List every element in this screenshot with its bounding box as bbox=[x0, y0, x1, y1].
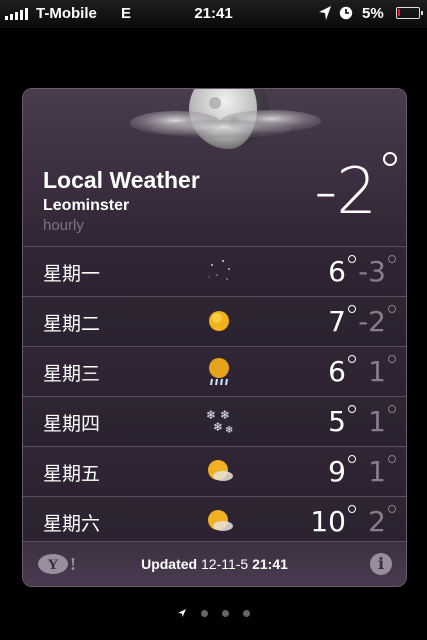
battery-fill bbox=[398, 9, 400, 16]
forecast-low: 2 bbox=[368, 505, 386, 538]
degree-symbol bbox=[348, 505, 356, 513]
current-temperature: -2 bbox=[314, 155, 377, 229]
page-dot bbox=[201, 609, 208, 617]
updated-label: Updated bbox=[141, 556, 198, 572]
updated-text: Updated 12-11-5 21:41 bbox=[23, 556, 406, 572]
forecast-day: 星期二 bbox=[43, 313, 101, 335]
forecast-day: 星期三 bbox=[43, 363, 101, 385]
forecast-high: 6 bbox=[328, 355, 346, 388]
forecast-row: 星期五 9 1 bbox=[23, 446, 406, 496]
degree-symbol bbox=[388, 305, 396, 313]
snow-icon: ❄ ❄❄ ❄ bbox=[206, 408, 233, 436]
degree-symbol bbox=[388, 255, 396, 263]
sun-rain-icon bbox=[209, 358, 229, 386]
degree-symbol bbox=[348, 355, 356, 363]
hourly-toggle[interactable]: hourly bbox=[43, 217, 84, 234]
city-name: Leominster bbox=[43, 197, 130, 214]
location-page-icon bbox=[178, 609, 186, 617]
forecast-low: 1 bbox=[368, 405, 386, 438]
sunny-icon bbox=[209, 311, 229, 331]
forecast-low: -2 bbox=[358, 305, 386, 338]
status-bar: T-Mobile E 21:41 5% bbox=[0, 0, 427, 28]
moon-behind-cloud-icon bbox=[130, 89, 321, 149]
forecast-row: 星期四 ❄ ❄ ❄ ❄ 5 1 bbox=[23, 396, 406, 446]
widget-title: Local Weather bbox=[43, 167, 200, 193]
forecast-row: 星期二 7 -2 bbox=[23, 296, 406, 346]
forecast-day: 星期五 bbox=[43, 463, 101, 485]
info-button[interactable]: i bbox=[370, 553, 392, 575]
weather-widget: Local Weather Leominster hourly -2 星期一 6-… bbox=[22, 88, 407, 587]
page-indicator[interactable] bbox=[0, 608, 427, 618]
forecast-low: 1 bbox=[368, 355, 386, 388]
degree-symbol bbox=[348, 455, 356, 463]
updated-time: 21:41 bbox=[252, 556, 288, 572]
forecast-high: 9 bbox=[328, 455, 346, 488]
forecast-row: 星期一 6 -3 bbox=[23, 246, 406, 296]
degree-symbol bbox=[348, 255, 356, 263]
forecast-high: 10 bbox=[310, 505, 346, 538]
location-arrow-icon bbox=[319, 6, 331, 20]
updated-date: 12-11-5 bbox=[200, 556, 249, 572]
alarm-clock-icon bbox=[339, 6, 353, 20]
forecast-day: 星期四 bbox=[43, 413, 101, 435]
degree-symbol bbox=[348, 305, 356, 313]
weather-footer: Y ! Updated 12-11-5 21:41 i bbox=[23, 541, 406, 586]
forecast-high: 6 bbox=[328, 255, 346, 288]
degree-symbol bbox=[388, 355, 396, 363]
weather-header: Local Weather Leominster hourly -2 bbox=[23, 89, 406, 245]
forecast-low: -3 bbox=[358, 255, 386, 288]
partly-cloudy-icon bbox=[208, 510, 233, 531]
forecast-list: 星期一 6 -3 星期二 7 -2 星期三 6 1 星期四 ❄ ❄ ❄ ❄ 5 1 星期五 9 1 星期六 10 2 bbox=[23, 246, 406, 546]
svg-text:❄: ❄ bbox=[225, 425, 233, 436]
degree-symbol bbox=[388, 455, 396, 463]
battery-percent: 5% bbox=[362, 5, 384, 22]
page-dot bbox=[222, 609, 229, 617]
forecast-low: 1 bbox=[368, 455, 386, 488]
degree-symbol bbox=[348, 405, 356, 413]
battery-icon bbox=[396, 7, 423, 19]
page-dot bbox=[243, 609, 250, 617]
forecast-row: 星期六 10 2 bbox=[23, 496, 406, 546]
partly-cloudy-icon bbox=[208, 460, 233, 481]
forecast-high: 5 bbox=[328, 405, 346, 438]
forecast-day: 星期六 bbox=[43, 513, 101, 535]
forecast-row: 星期三 6 1 bbox=[23, 346, 406, 396]
degree-symbol bbox=[383, 152, 397, 166]
svg-text:❄: ❄ bbox=[213, 420, 223, 434]
degree-symbol bbox=[388, 405, 396, 413]
forecast-high: 7 bbox=[328, 305, 346, 338]
forecast-day: 星期一 bbox=[43, 263, 101, 285]
clear-night-stars-icon bbox=[208, 260, 230, 280]
degree-symbol bbox=[388, 505, 396, 513]
